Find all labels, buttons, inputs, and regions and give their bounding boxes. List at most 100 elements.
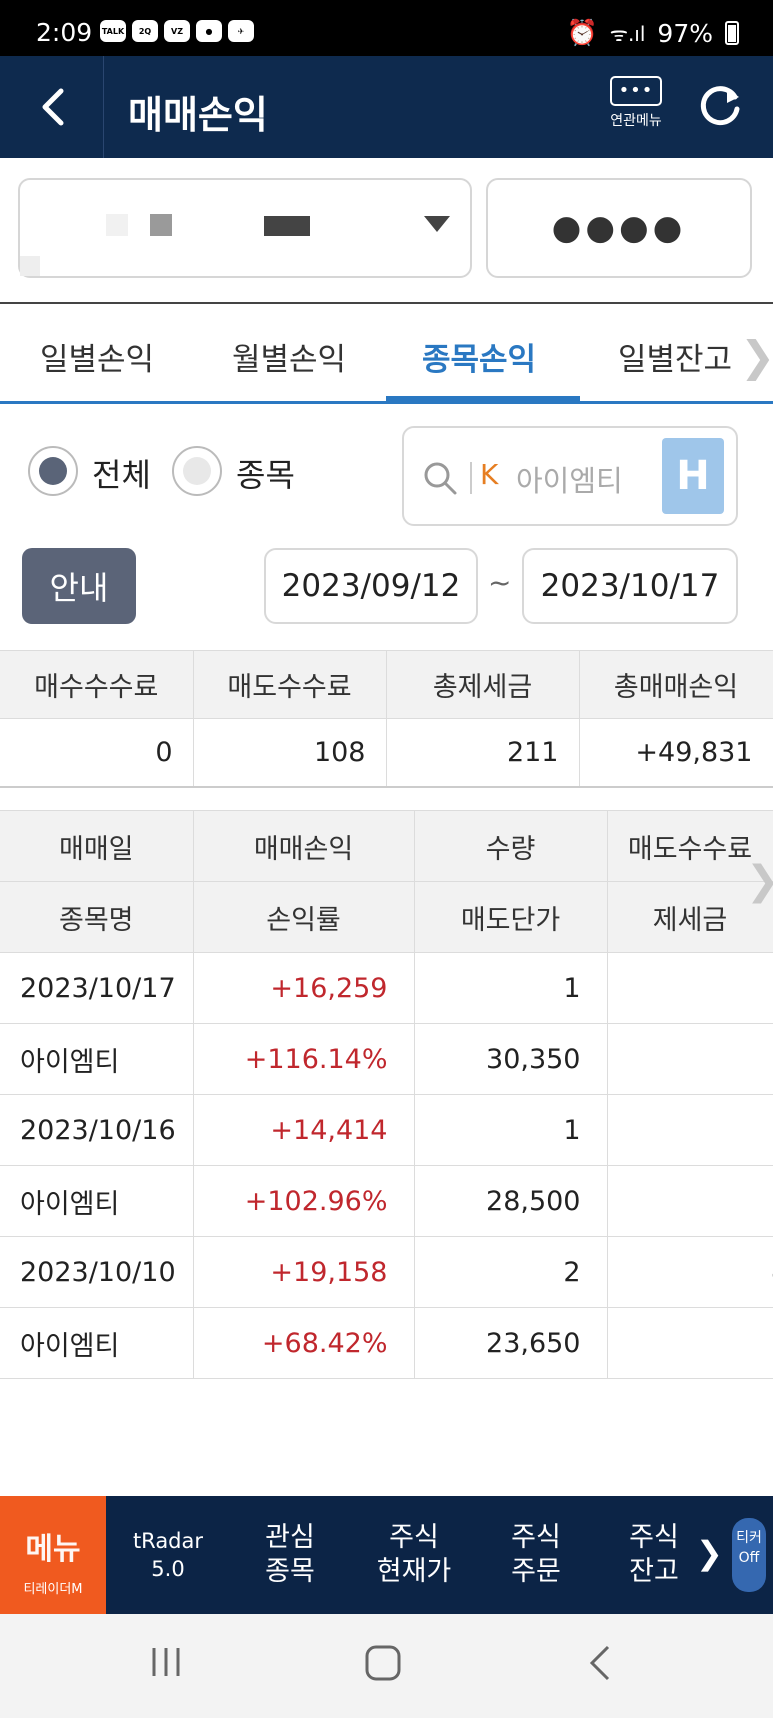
table-row[interactable]: 2023/10/16 +14,414 1 2 <box>0 1094 773 1166</box>
related-menu-button[interactable]: ••• 연관메뉴 <box>606 76 666 130</box>
header-total-tax: 총제세금 <box>386 650 580 719</box>
recent-apps-button[interactable] <box>148 1644 184 1684</box>
radio-all[interactable] <box>28 446 78 496</box>
menu-current-price[interactable]: 주식 현재가 <box>356 1496 472 1614</box>
cell-quantity: 2 <box>414 1236 608 1308</box>
chevron-left-icon <box>42 88 63 126</box>
cell-pl: +14,414 <box>193 1094 415 1166</box>
cell-quantity: 1 <box>414 1094 608 1166</box>
menu-tradar[interactable]: tRadar 5.0 <box>116 1496 220 1614</box>
cell-stock-name: 아이엠티 <box>0 1165 194 1237</box>
menu-label: 메뉴 <box>25 1532 81 1567</box>
flight-notification-icon: ✈ <box>228 20 254 42</box>
table-row[interactable]: 아이엠티 +68.42% 23,650 9 <box>0 1307 773 1379</box>
menu-watchlist[interactable]: 관심 종목 <box>236 1496 344 1614</box>
cell-taxes: 6 <box>607 1023 773 1095</box>
menu-balance-line2: 잔고 <box>629 1556 679 1587</box>
active-tab-indicator <box>386 396 580 404</box>
password-field[interactable]: ●●●● <box>486 178 752 278</box>
cell-date: 2023/10/10 <box>0 1236 194 1308</box>
app-header: 매매손익 ••• 연관메뉴 <box>0 56 773 158</box>
end-date-field[interactable]: 2023/10/17 <box>522 548 738 624</box>
radio-all-label: 전체 <box>92 456 151 494</box>
tab-stock-pl[interactable]: 종목손익 <box>422 334 536 379</box>
radio-stock-label: 종목 <box>236 456 295 494</box>
notification-icons: TALK 2Q VZ ● ✈ <box>100 20 254 42</box>
table-row[interactable]: 2023/10/17 +16,259 1 3 <box>0 952 773 1024</box>
ticker-toggle[interactable]: 티커 Off <box>732 1518 766 1592</box>
menu-tradar-line1: tRadar <box>132 1529 204 1553</box>
cell-stock-name: 아이엠티 <box>0 1307 194 1379</box>
menu-next-icon[interactable]: ❯ <box>696 1534 723 1572</box>
refresh-button[interactable] <box>690 76 750 136</box>
radio-stock[interactable] <box>172 446 222 496</box>
cell-pl-rate: +68.42% <box>193 1307 415 1379</box>
system-back-button[interactable] <box>588 1644 612 1686</box>
start-date-field[interactable]: 2023/09/12 <box>264 548 478 624</box>
home-button[interactable] <box>364 1644 402 1686</box>
header-trade-date: 매매일 <box>0 810 194 882</box>
blog-notification-icon: 2Q <box>132 20 158 42</box>
battery-percent: 97% <box>657 18 713 48</box>
back-button[interactable] <box>0 56 104 158</box>
menu-balance-line1: 주식 <box>629 1522 679 1553</box>
battery-icon <box>725 21 739 45</box>
cell-pl-rate: +102.96% <box>193 1165 415 1237</box>
chevron-right-icon[interactable]: ❯ <box>740 332 773 381</box>
market-prefix: K <box>480 458 499 491</box>
tab-daily-balance[interactable]: 일별잔고 <box>618 334 732 379</box>
guide-button[interactable]: 안내 <box>22 548 136 624</box>
account-row: ●●●● <box>0 158 773 304</box>
search-icon <box>424 462 457 495</box>
cell-pl: +16,259 <box>193 952 415 1024</box>
cell-pl: +19,158 <box>193 1236 415 1308</box>
chat-notification-icon: ● <box>196 20 222 42</box>
menu-order-line1: 주식 <box>511 1522 561 1553</box>
ticker-label: 티커 <box>736 1530 762 1546</box>
main-menu-button[interactable]: 메뉴 티레이더M <box>0 1496 106 1614</box>
tab-daily-pl[interactable]: 일별손익 <box>40 334 154 379</box>
page-title: 매매손익 <box>128 93 268 137</box>
talk-notification-icon: TALK <box>100 20 126 42</box>
cell-sell-price: 23,650 <box>414 1307 608 1379</box>
menu-current-price-line2: 현재가 <box>376 1556 452 1587</box>
masked-account-block <box>150 214 172 236</box>
cell-sell-fee: 3 <box>607 952 773 1024</box>
summary-table: 매수수수료 매도수수료 총제세금 총매매손익 0 108 211 +49,831 <box>0 650 773 788</box>
cell-quantity: 1 <box>414 952 608 1024</box>
stock-search-input[interactable]: K 아이엠티 H <box>402 426 738 526</box>
tab-monthly-pl[interactable]: 월별손익 <box>232 334 346 379</box>
alarm-icon: ⏰ <box>566 18 598 47</box>
cell-sell-price: 30,350 <box>414 1023 608 1095</box>
cell-date: 2023/10/17 <box>0 952 194 1024</box>
status-bar: 2:09 TALK 2Q VZ ● ✈ ⏰ ᯤ.ıl 97% <box>0 0 773 56</box>
detail-header-row-2: 종목명 손익률 매도단가 제세금 <box>0 881 773 953</box>
dropdown-arrow-icon <box>424 216 450 232</box>
value-buy-fee: 0 <box>0 718 194 788</box>
menu-current-price-line1: 주식 <box>389 1522 439 1553</box>
wifi-signal-icon: ᯤ.ıl <box>609 21 646 46</box>
history-button[interactable]: H <box>662 438 724 514</box>
table-row[interactable]: 아이엠티 +102.96% 28,500 5 <box>0 1165 773 1237</box>
table-row[interactable]: 2023/10/10 +19,158 2 4 <box>0 1236 773 1308</box>
detail-header-row-1: 매매일 매매손익 수량 매도수수료 <box>0 810 773 882</box>
more-icon: ••• <box>610 76 662 106</box>
summary-value-row: 0 108 211 +49,831 <box>0 718 773 788</box>
summary-header-row: 매수수수료 매도수수료 총제세금 총매매손익 <box>0 650 773 719</box>
menu-balance[interactable]: 주식 잔고 <box>604 1496 704 1614</box>
app-bottom-menu: 메뉴 티레이더M tRadar 5.0 관심 종목 주식 현재가 주식 주문 주… <box>0 1496 773 1614</box>
value-total-tax: 211 <box>386 718 580 788</box>
system-navigation-bar <box>0 1614 773 1718</box>
brand-label: 티레이더M <box>23 1582 83 1597</box>
header-pl-rate: 손익률 <box>193 881 415 953</box>
detail-table: 매매일 매매손익 수량 매도수수료 종목명 손익률 매도단가 제세금 2023/… <box>0 810 773 1379</box>
menu-watchlist-line1: 관심 <box>265 1522 315 1553</box>
cell-taxes: 9 <box>607 1307 773 1379</box>
header-sell-fee: 매도수수료 <box>193 650 387 719</box>
table-scroll-right-icon[interactable]: ❯ <box>746 858 773 904</box>
menu-order[interactable]: 주식 주문 <box>484 1496 588 1614</box>
back-icon <box>589 1645 610 1681</box>
cell-taxes: 5 <box>607 1165 773 1237</box>
table-row[interactable]: 아이엠티 +116.14% 30,350 6 <box>0 1023 773 1095</box>
account-select[interactable] <box>18 178 472 278</box>
